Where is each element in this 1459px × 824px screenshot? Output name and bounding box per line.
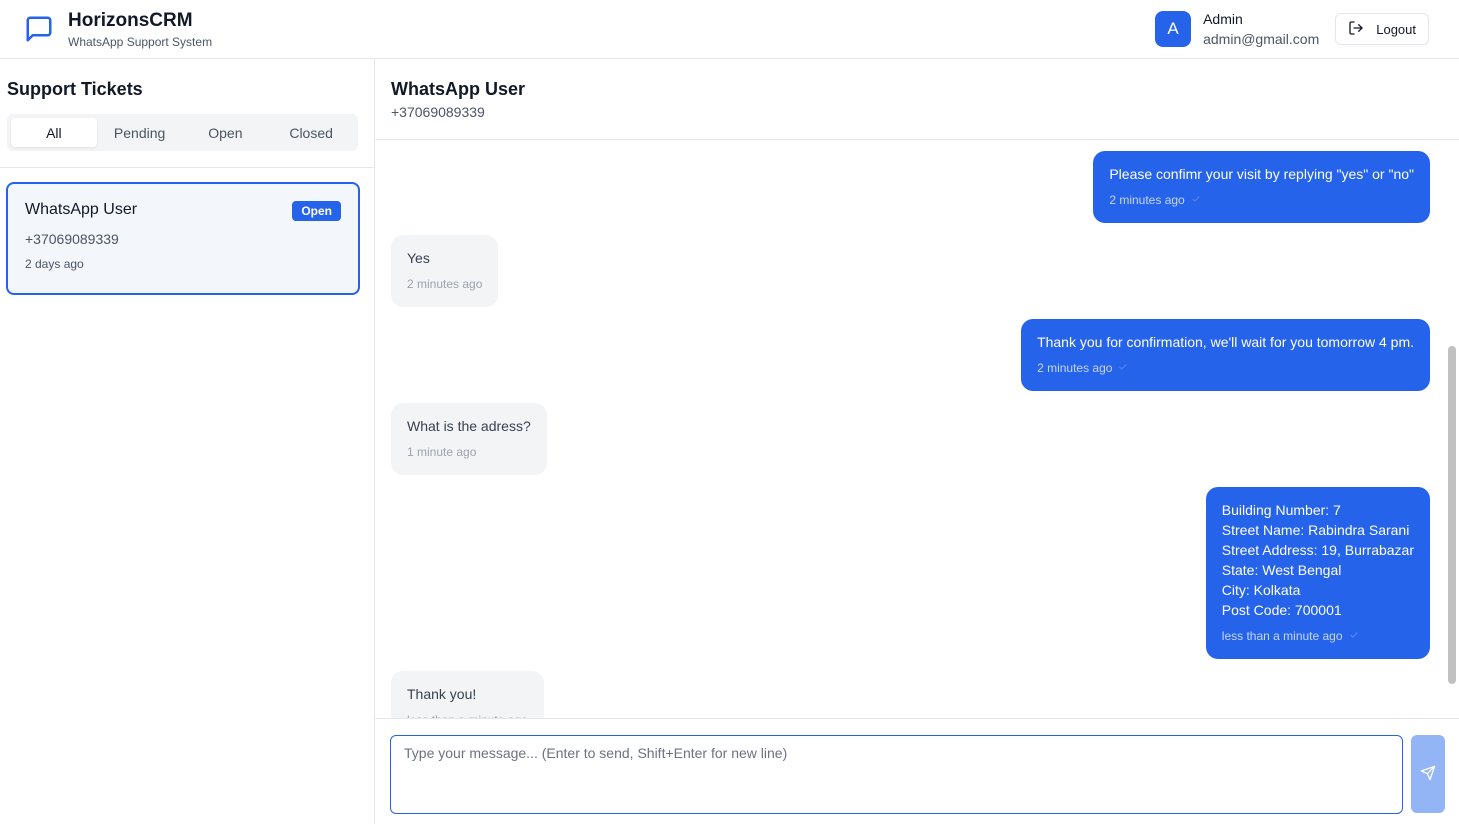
app-subtitle: WhatsApp Support System <box>68 34 213 49</box>
logout-label: Logout <box>1376 21 1416 37</box>
tab-open[interactable]: Open <box>183 118 269 147</box>
message-text: Street Name: Rabindra Sarani <box>1221 522 1410 538</box>
send-button[interactable] <box>1411 735 1445 813</box>
check-icon <box>1118 358 1128 378</box>
logout-icon <box>1348 20 1364 39</box>
message-time: less than a minute ago <box>407 710 528 718</box>
message-time: 2 minutes ago <box>1109 193 1185 207</box>
message-input[interactable] <box>390 735 1403 814</box>
outgoing-message: Please confimr your visit by replying "y… <box>1093 151 1430 223</box>
sidebar-title: Support Tickets <box>7 79 143 99</box>
outgoing-message: Building Number: 7 Street Name: Rabindra… <box>1205 487 1430 659</box>
message-list[interactable]: Please confimr your visit by replying "y… <box>375 140 1459 718</box>
message-time: 2 minutes ago <box>1037 361 1113 375</box>
ticket-list: WhatsApp User Open +37069089339 2 days a… <box>0 168 374 295</box>
tab-pending[interactable]: Pending <box>97 118 183 147</box>
incoming-message: What is the adress? 1 minute ago <box>391 403 547 475</box>
logout-button[interactable]: Logout <box>1335 13 1429 45</box>
send-icon <box>1420 765 1436 784</box>
chat-header: WhatsApp User +37069089339 <box>375 59 1459 140</box>
message-text: Thank you for confirmation, we'll wait f… <box>1037 334 1414 350</box>
contact-name: WhatsApp User <box>391 79 526 99</box>
status-filter-tabs: All Pending Open Closed <box>7 114 358 151</box>
brand: HorizonsCRM WhatsApp Support System <box>24 10 212 49</box>
contact-phone: +37069089339 <box>391 104 485 120</box>
incoming-message: Yes 2 minutes ago <box>391 235 499 307</box>
avatar: A <box>1155 11 1192 47</box>
message-text: Building Number: 7 <box>1221 502 1341 518</box>
ticket-time: 2 days ago <box>25 257 84 271</box>
message-text: Yes <box>407 250 430 266</box>
status-badge: Open <box>292 201 341 221</box>
message-text: State: West Bengal <box>1221 562 1342 578</box>
chat-panel: WhatsApp User +37069089339 Please confim… <box>375 59 1459 824</box>
check-icon <box>1349 626 1359 646</box>
message-composer <box>375 718 1459 824</box>
message-text: Thank you! <box>407 686 477 702</box>
message-text: Street Address: 19, Burrabazar <box>1221 542 1414 558</box>
message-text: City: Kolkata <box>1221 582 1301 598</box>
ticket-phone: +37069089339 <box>25 231 119 247</box>
message-time: 1 minute ago <box>407 445 477 459</box>
app-header: HorizonsCRM WhatsApp Support System A Ad… <box>0 0 1459 59</box>
outgoing-message: Thank you for confirmation, we'll wait f… <box>1021 319 1430 391</box>
tab-closed[interactable]: Closed <box>268 118 354 147</box>
scrollbar[interactable] <box>1448 140 1456 718</box>
tab-all[interactable]: All <box>11 118 97 147</box>
message-text: Post Code: 700001 <box>1221 602 1342 618</box>
ticket-sidebar: Support Tickets All Pending Open Closed … <box>0 59 375 824</box>
check-icon <box>1191 190 1201 210</box>
user-email: admin@gmail.com <box>1203 31 1320 47</box>
message-time: less than a minute ago <box>1221 629 1343 643</box>
scrollbar-thumb[interactable] <box>1448 346 1456 684</box>
message-text: What is the adress? <box>407 418 531 434</box>
user-area: A Admin admin@gmail.com Logout <box>1155 11 1429 47</box>
chat-bubble-icon <box>24 14 54 44</box>
ticket-card[interactable]: WhatsApp User Open +37069089339 2 days a… <box>6 182 360 295</box>
message-time: 2 minutes ago <box>407 277 483 291</box>
incoming-message: Thank you! less than a minute ago <box>391 671 544 718</box>
user-name: Admin <box>1203 11 1243 27</box>
app-title: HorizonsCRM <box>68 9 193 31</box>
message-text: Please confimr your visit by replying "y… <box>1109 166 1414 182</box>
